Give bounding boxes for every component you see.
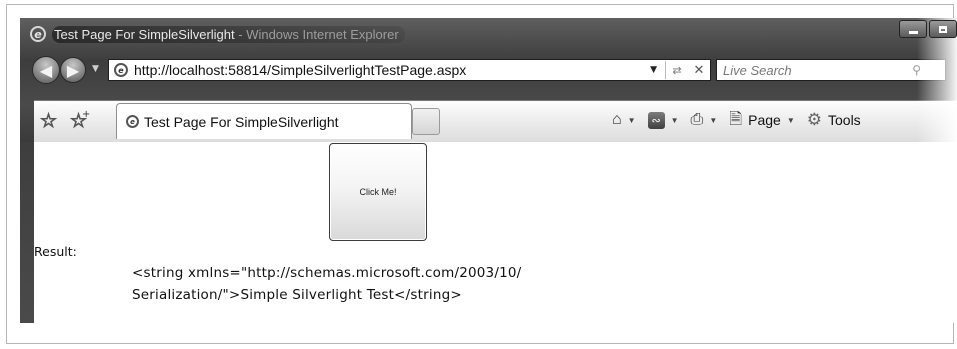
window-title-suffix: - Windows Internet Explorer xyxy=(234,26,399,42)
add-favorites-icon[interactable]: ☆ + xyxy=(69,109,91,132)
window-title-main: Test Page For SimpleSilverlight xyxy=(54,26,235,42)
maximize-button[interactable] xyxy=(929,20,957,38)
result-line-2: Serialization/">Simple Silverlight Test<… xyxy=(132,287,462,303)
search-box[interactable]: Live Search ⚲ xyxy=(716,59,946,81)
page-content: Click Me! Result: <string xmlns="http://… xyxy=(34,142,957,323)
navigation-bar: ◀ ▶ ▼ e http://localhost:58814/SimpleSil… xyxy=(32,56,957,86)
print-dropdown-icon[interactable]: ▼ xyxy=(709,116,717,125)
result-output: <string xmlns="http://schemas.microsoft.… xyxy=(132,262,592,306)
recent-pages-dropdown[interactable]: ▼ xyxy=(92,64,99,74)
page-icon[interactable]: 🗎 xyxy=(729,112,742,128)
add-plus-icon: + xyxy=(82,109,91,120)
print-icon[interactable]: ⎙ xyxy=(691,112,704,128)
minimize-icon xyxy=(908,30,918,34)
address-bar[interactable]: e http://localhost:58814/SimpleSilverlig… xyxy=(108,59,711,81)
stop-button[interactable]: ✕ xyxy=(688,63,710,78)
tab-label: Test Page For SimpleSilverlight xyxy=(144,113,339,130)
page-favicon-icon: e xyxy=(114,63,128,77)
back-arrow-icon: ◀ xyxy=(39,60,53,80)
gear-icon[interactable]: ⚙ xyxy=(807,110,822,130)
tab-command-bar: ☆ ☆ + e Test Page For SimpleSilverlight ⌂… xyxy=(34,100,957,143)
ie-logo-icon: e xyxy=(30,26,46,42)
feeds-icon[interactable]: ∾ xyxy=(647,111,665,129)
address-url[interactable]: http://localhost:58814/SimpleSilverlight… xyxy=(134,62,650,78)
new-tab-button[interactable] xyxy=(412,108,440,135)
forward-button[interactable]: ▶ xyxy=(60,57,86,83)
feeds-dropdown-icon[interactable]: ▼ xyxy=(671,116,679,125)
maximize-icon xyxy=(939,25,947,33)
window-controls xyxy=(899,20,957,38)
tab-active[interactable]: e Test Page For SimpleSilverlight xyxy=(116,103,412,139)
title-bar: e Test Page For SimpleSilverlight - Wind… xyxy=(30,24,405,44)
browser-window: e Test Page For SimpleSilverlight - Wind… xyxy=(20,18,957,323)
page-dropdown-icon[interactable]: ▼ xyxy=(787,116,795,125)
refresh-button[interactable]: ⇄ xyxy=(666,64,688,77)
tab-favicon-icon: e xyxy=(126,115,139,128)
home-dropdown-icon[interactable]: ▼ xyxy=(628,116,636,125)
command-bar: ⌂ ▼ ∾ ▼ ⎙ ▼ 🗎 Page ▼ ⚙ Tools xyxy=(612,110,861,130)
tools-menu-label[interactable]: Tools xyxy=(828,112,861,128)
window-left-border xyxy=(20,142,34,323)
result-line-1: <string xmlns="http://schemas.microsoft.… xyxy=(132,265,522,281)
minimize-button[interactable] xyxy=(899,20,927,38)
home-icon[interactable]: ⌂ xyxy=(612,112,622,128)
page-menu-label[interactable]: Page xyxy=(748,112,781,128)
click-me-button[interactable]: Click Me! xyxy=(329,143,427,241)
favorites-center-icon[interactable]: ☆ xyxy=(39,111,57,131)
result-label: Result: xyxy=(34,244,77,259)
search-input[interactable]: Live Search xyxy=(717,63,792,78)
window-title: Test Page For SimpleSilverlight - Window… xyxy=(52,25,405,43)
back-button[interactable]: ◀ xyxy=(32,56,60,84)
forward-arrow-icon: ▶ xyxy=(66,60,80,80)
address-dropdown-icon[interactable]: ▼ xyxy=(650,65,657,75)
